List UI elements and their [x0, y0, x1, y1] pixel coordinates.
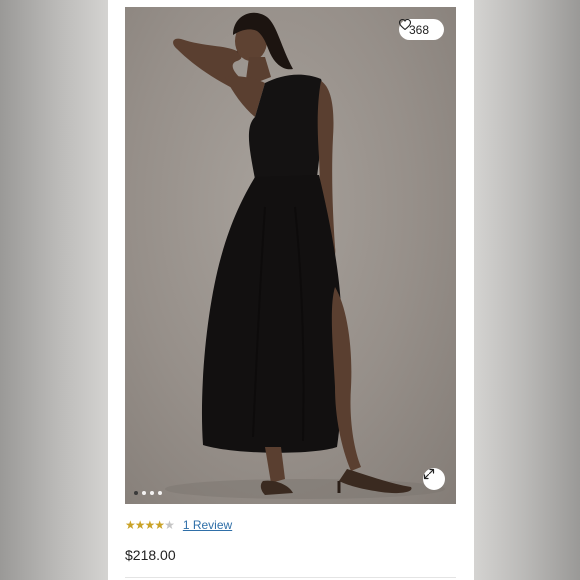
- likes-count: 368: [408, 22, 429, 37]
- reviews-link[interactable]: 1 Review: [183, 518, 232, 532]
- gallery-dot[interactable]: [134, 491, 138, 495]
- likes-button[interactable]: 368: [398, 19, 444, 40]
- star-icon: ★: [125, 518, 136, 532]
- gallery-dot[interactable]: [142, 491, 146, 495]
- gallery-dot[interactable]: [150, 491, 154, 495]
- product-image[interactable]: 368: [125, 7, 456, 504]
- star-icon: ★: [154, 518, 165, 532]
- product-price: $218.00: [125, 547, 176, 563]
- star-rating: ★ ★ ★ ★ ★: [125, 518, 175, 532]
- star-icon: ★: [144, 518, 156, 532]
- blurred-background-left: [0, 0, 108, 580]
- expand-image-button[interactable]: [423, 468, 445, 490]
- rating-row: ★ ★ ★ ★ ★ 1 Review: [125, 518, 232, 532]
- product-card: 368 ★ ★ ★ ★ ★ 1 Review $218.00: [108, 0, 474, 580]
- gallery-pagination: [134, 491, 162, 495]
- star-icon: ★: [134, 518, 146, 532]
- divider: [125, 577, 456, 578]
- star-icon: ★: [164, 518, 175, 532]
- product-photo-illustration: [165, 12, 445, 499]
- blurred-background-right: [474, 0, 580, 580]
- gallery-dot[interactable]: [158, 491, 162, 495]
